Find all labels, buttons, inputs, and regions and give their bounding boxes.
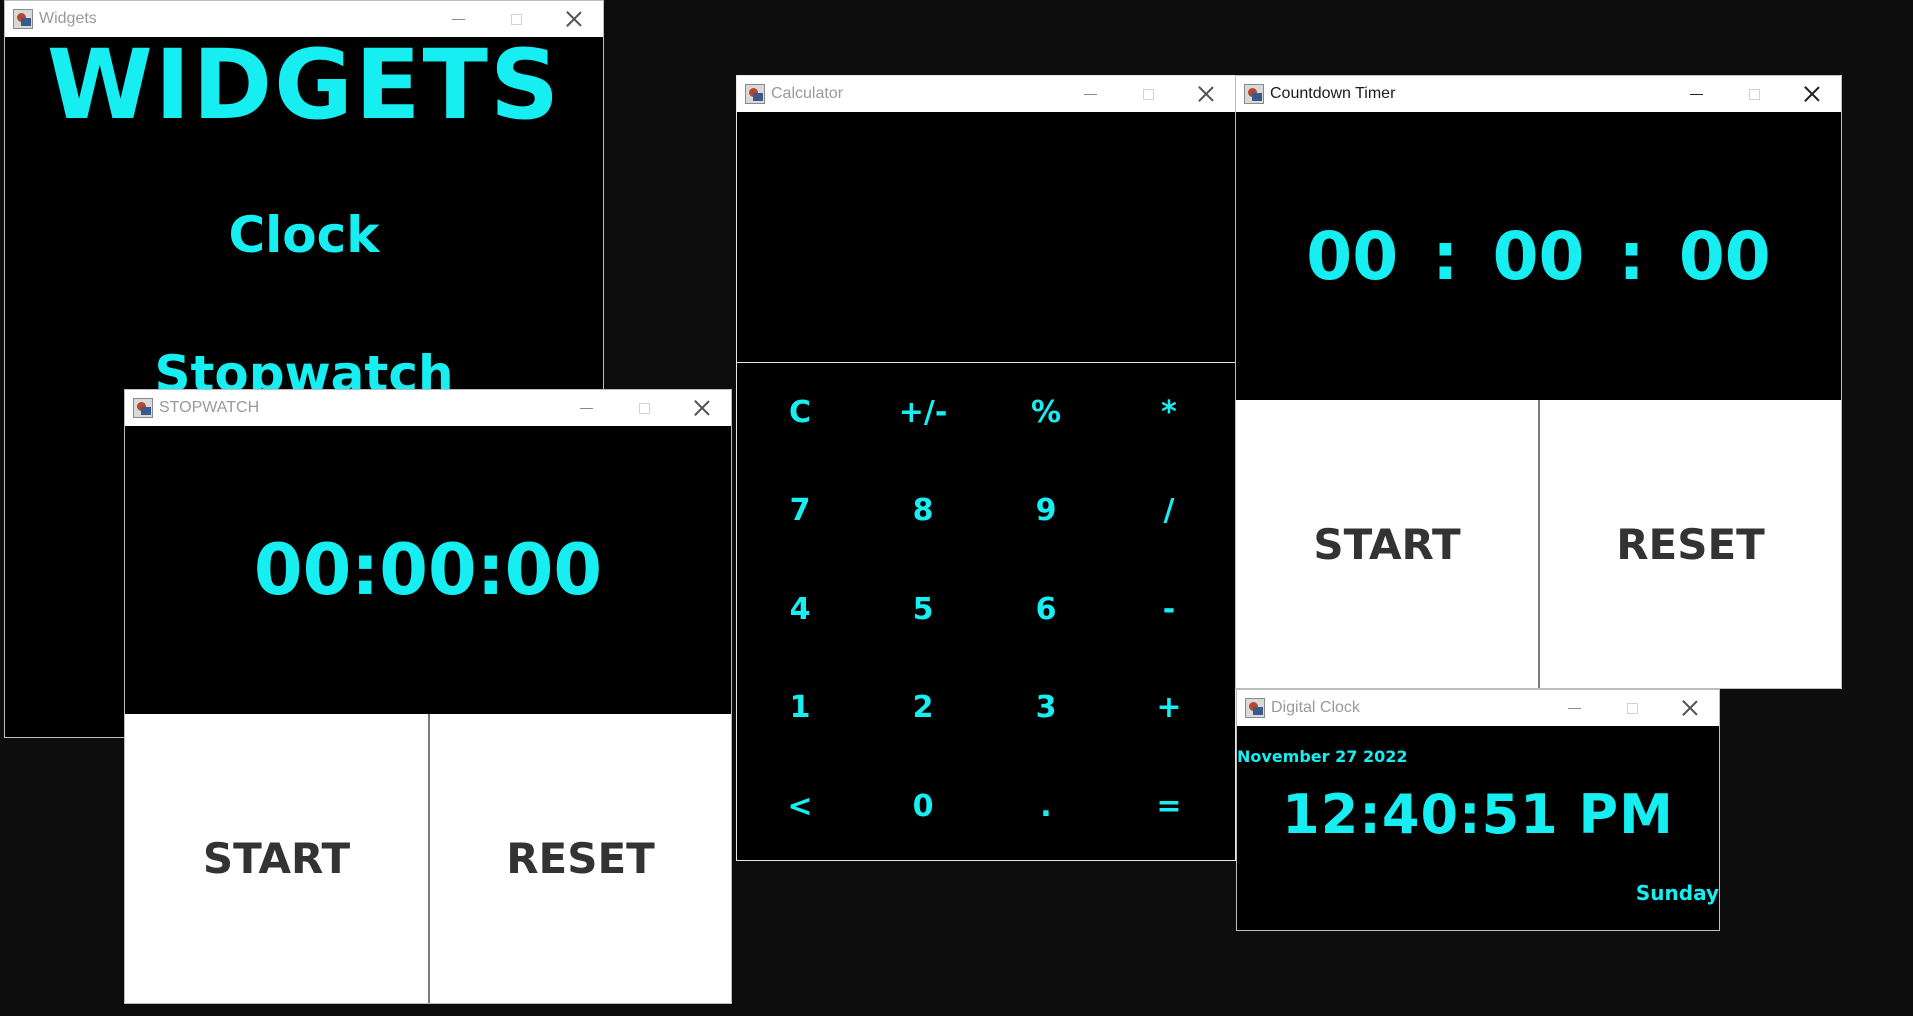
- window-title: Widgets: [39, 10, 97, 27]
- maximize-button[interactable]: [1119, 76, 1177, 112]
- minimize-icon: [451, 18, 465, 20]
- calculator-titlebar[interactable]: Calculator: [737, 76, 1235, 112]
- digital-clock-titlebar[interactable]: Digital Clock: [1237, 690, 1719, 726]
- calc-key[interactable]: 6: [1001, 579, 1091, 639]
- minimize-button[interactable]: [1667, 76, 1725, 112]
- close-icon: [1682, 700, 1698, 716]
- clock-day: Sunday: [1635, 881, 1719, 905]
- minimize-button[interactable]: [1061, 76, 1119, 112]
- countdown-seconds: 00: [1678, 217, 1771, 295]
- maximize-button[interactable]: [1603, 690, 1661, 726]
- maximize-icon: [1626, 702, 1638, 714]
- close-icon: [694, 400, 710, 416]
- java-app-icon: [1244, 84, 1264, 104]
- calc-key[interactable]: .: [1001, 776, 1091, 836]
- window-title: STOPWATCH: [159, 399, 260, 416]
- java-app-icon: [745, 84, 765, 104]
- stopwatch-window: STOPWATCH 00:00:00 START RESET: [124, 389, 732, 1004]
- clock-time: 12:40:51 PM: [1282, 783, 1674, 846]
- countdown-reset-button[interactable]: RESET: [1540, 400, 1841, 688]
- clock-date: November 27 2022: [1237, 747, 1408, 766]
- calc-key[interactable]: =: [1124, 776, 1214, 836]
- countdown-minutes: 00: [1492, 217, 1585, 295]
- maximize-icon: [1142, 88, 1154, 100]
- calc-key[interactable]: +/-: [878, 382, 968, 442]
- calc-key[interactable]: 3: [1001, 677, 1091, 737]
- java-app-icon: [133, 398, 153, 418]
- calc-key[interactable]: 9: [1001, 480, 1091, 540]
- calc-key[interactable]: *: [1124, 382, 1214, 442]
- stopwatch-titlebar[interactable]: STOPWATCH: [125, 390, 731, 426]
- close-icon: [566, 11, 582, 27]
- calc-key[interactable]: 1: [755, 677, 845, 737]
- maximize-icon: [510, 13, 522, 25]
- stopwatch-reset-button[interactable]: RESET: [430, 714, 731, 1003]
- calc-key[interactable]: 5: [878, 579, 968, 639]
- calculator-keypad: C +/-% * 7 8 9 / 4 5 6- 1 2 3 + <0. =: [737, 362, 1235, 860]
- widget-item-clock[interactable]: Clock: [5, 205, 603, 265]
- calc-key[interactable]: /: [1124, 480, 1214, 540]
- countdown-separator: :: [1618, 217, 1645, 295]
- digital-clock-window: Digital Clock November 27 2022 12:40:51 …: [1236, 689, 1720, 931]
- countdown-display: 00 : 00 : 00: [1236, 112, 1841, 400]
- calc-key[interactable]: <: [755, 776, 845, 836]
- calculator-window: Calculator C +/-% * 7 8 9 / 4 5 6- 1 2 3 + <0. =: [736, 75, 1236, 861]
- minimize-button[interactable]: [1545, 690, 1603, 726]
- calc-key[interactable]: C: [755, 382, 845, 442]
- calc-key[interactable]: 2: [878, 677, 968, 737]
- widgets-heading: WIDGETS: [46, 29, 562, 141]
- calculator-display: [737, 112, 1235, 362]
- calc-key[interactable]: 8: [878, 480, 968, 540]
- java-app-icon: [13, 9, 33, 29]
- close-icon: [1804, 86, 1820, 102]
- countdown-titlebar[interactable]: Countdown Timer: [1236, 76, 1841, 112]
- minimize-icon: [1083, 93, 1097, 95]
- stopwatch-start-button[interactable]: START: [125, 714, 428, 1003]
- calc-key[interactable]: 7: [755, 480, 845, 540]
- minimize-button[interactable]: [557, 390, 615, 426]
- java-app-icon: [1245, 698, 1265, 718]
- maximize-icon: [638, 402, 650, 414]
- window-title: Digital Clock: [1271, 699, 1360, 716]
- maximize-icon: [1748, 88, 1760, 100]
- countdown-start-button[interactable]: START: [1236, 400, 1538, 688]
- maximize-button[interactable]: [615, 390, 673, 426]
- minimize-icon: [1689, 93, 1703, 95]
- calc-key[interactable]: 0: [878, 776, 968, 836]
- calc-key[interactable]: 4: [755, 579, 845, 639]
- maximize-button[interactable]: [1725, 76, 1783, 112]
- countdown-timer-window: Countdown Timer 00 : 00 : 00 START RESET: [1235, 75, 1842, 689]
- close-button[interactable]: [1783, 76, 1841, 112]
- calc-key[interactable]: -: [1124, 579, 1214, 639]
- close-button[interactable]: [1661, 690, 1719, 726]
- window-title: Calculator: [771, 85, 844, 102]
- stopwatch-display: 00:00:00: [253, 529, 603, 611]
- close-button[interactable]: [673, 390, 731, 426]
- calc-key[interactable]: +: [1124, 677, 1214, 737]
- countdown-hours: 00: [1306, 217, 1399, 295]
- close-icon: [1198, 86, 1214, 102]
- calc-key[interactable]: %: [1001, 382, 1091, 442]
- countdown-separator: :: [1432, 217, 1459, 295]
- close-button[interactable]: [1177, 76, 1235, 112]
- minimize-icon: [579, 407, 593, 409]
- window-title: Countdown Timer: [1270, 85, 1396, 102]
- minimize-icon: [1567, 707, 1581, 709]
